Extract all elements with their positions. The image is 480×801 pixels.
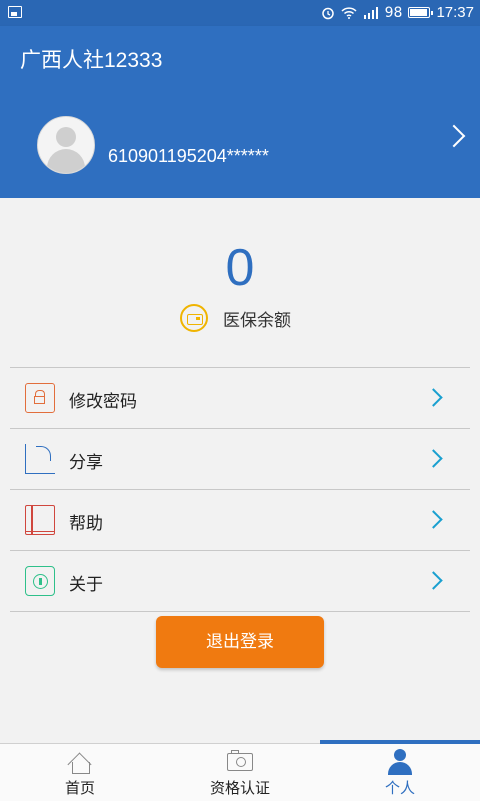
chevron-right-icon <box>424 510 443 529</box>
tab-certification[interactable]: 资格认证 <box>160 744 320 801</box>
chevron-right-icon <box>424 571 443 590</box>
menu-item-label: 修改密码 <box>69 392 137 412</box>
battery-level: 98 <box>384 4 403 21</box>
image-notification-icon <box>8 6 22 18</box>
tab-label: 个人 <box>384 779 415 797</box>
profile-card[interactable]: 610901195204****** <box>0 88 480 198</box>
alarm-icon <box>321 7 334 19</box>
chevron-right-icon <box>424 388 443 407</box>
status-bar: 98 17:37 <box>0 0 480 26</box>
wallet-icon <box>180 304 208 332</box>
menu-item-label: 分享 <box>69 453 103 473</box>
signal-icon <box>363 6 378 19</box>
tab-personal[interactable]: 个人 <box>320 744 480 801</box>
tab-home[interactable]: 首页 <box>0 744 160 801</box>
wifi-icon <box>341 6 357 19</box>
chevron-right-icon[interactable] <box>442 124 466 148</box>
balance-label-row: 医保余额 <box>180 304 291 332</box>
settings-menu: 修改密码 分享 帮助 关于 <box>10 367 470 612</box>
menu-item-label: 关于 <box>69 575 103 595</box>
info-icon <box>25 566 55 596</box>
balance-value: 0 <box>225 239 255 297</box>
logout-button[interactable]: 退出登录 <box>156 616 324 668</box>
menu-item-help[interactable]: 帮助 <box>10 489 470 550</box>
battery-icon <box>408 7 434 18</box>
id-number: 610901195204****** <box>108 146 269 166</box>
avatar-body <box>47 149 85 173</box>
status-right: 98 17:37 <box>321 4 474 21</box>
tab-label: 首页 <box>64 779 95 797</box>
menu-item-share[interactable]: 分享 <box>10 428 470 489</box>
menu-item-change-password[interactable]: 修改密码 <box>10 367 470 428</box>
avatar <box>37 116 95 174</box>
app-header: 广西人社12333 <box>0 26 480 88</box>
tab-label: 资格认证 <box>209 779 270 797</box>
menu-item-about[interactable]: 关于 <box>10 550 470 612</box>
camera-icon <box>227 750 253 771</box>
chevron-right-icon <box>424 449 443 468</box>
lock-icon <box>25 383 55 413</box>
app-title: 广西人社12333 <box>20 49 163 72</box>
bottom-tab-bar: 首页 资格认证 个人 <box>0 740 480 801</box>
balance-section: 0 医保余额 <box>0 198 480 358</box>
book-icon <box>25 505 55 535</box>
clock: 17:37 <box>436 4 474 21</box>
avatar-head <box>56 127 76 147</box>
home-icon <box>68 752 92 774</box>
share-icon <box>25 444 55 474</box>
menu-item-label: 帮助 <box>69 514 103 534</box>
person-icon <box>388 749 412 775</box>
balance-label: 医保余额 <box>223 310 291 331</box>
